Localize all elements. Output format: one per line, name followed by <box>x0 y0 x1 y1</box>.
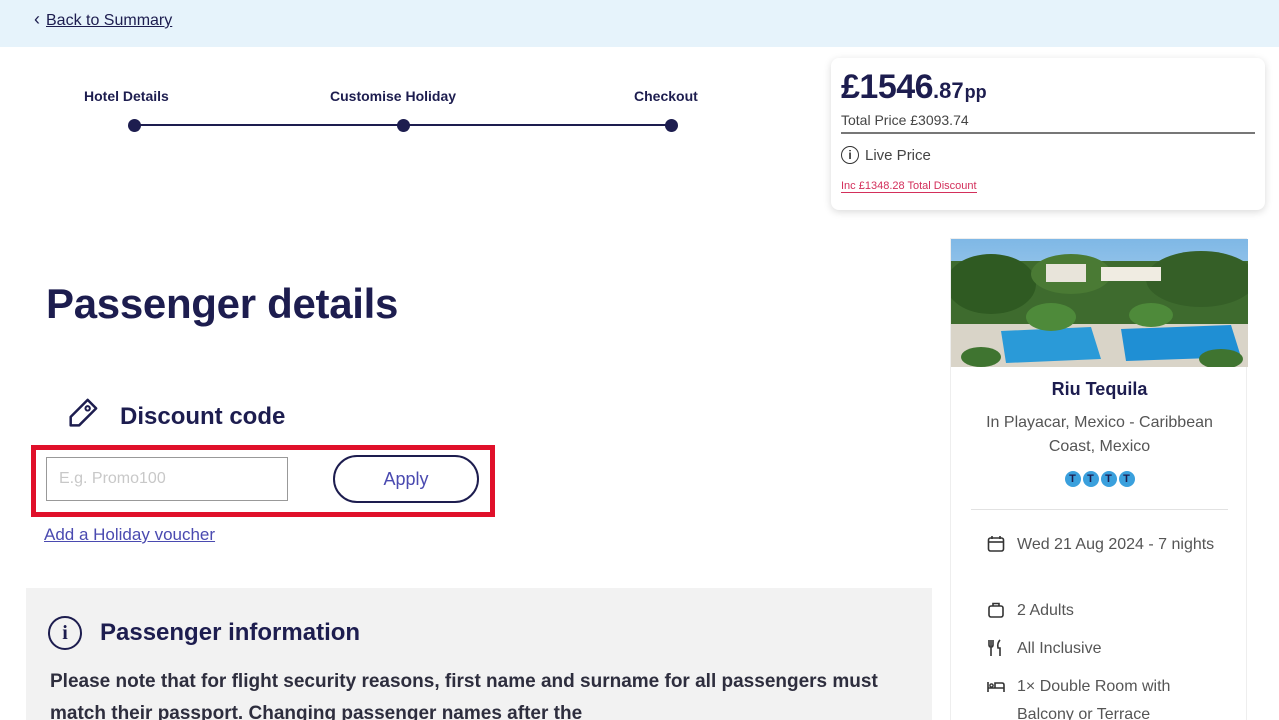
passenger-information-heading: i Passenger information <box>48 616 360 650</box>
price-whole: £1546 <box>841 68 934 106</box>
rating-icon: T <box>1082 471 1099 487</box>
detail-room-text: 1× Double Room with Balcony or Terrace <box>1017 678 1171 720</box>
luggage-icon <box>987 601 1007 629</box>
detail-guests-text: 2 Adults <box>1017 602 1074 619</box>
hotel-summary-card: Riu Tequila In Playacar, Mexico - Caribb… <box>950 238 1248 720</box>
rating-icon: T <box>1064 471 1081 487</box>
apply-button[interactable]: Apply <box>333 455 479 503</box>
back-link-label: Back to Summary <box>46 12 173 29</box>
step-checkout[interactable]: Checkout <box>634 88 698 104</box>
price-divider <box>841 132 1255 134</box>
total-price: Total Price £3093.74 <box>841 112 969 128</box>
step-hotel-details[interactable]: Hotel Details <box>84 88 169 104</box>
hotel-name: Riu Tequila <box>1051 379 1148 399</box>
hotel-location: In Playacar, Mexico - Caribbean Coast, M… <box>986 414 1213 455</box>
hotel-rating: T T T T <box>951 471 1248 487</box>
discount-code-input[interactable] <box>46 457 288 501</box>
detail-guests: 2 Adults <box>987 597 1217 629</box>
info-icon: i <box>841 146 859 164</box>
hotel-divider <box>971 509 1228 510</box>
price-summary-card: £1546 .87 pp Total Price £3093.74 i Live… <box>831 58 1265 210</box>
bed-icon <box>987 677 1007 705</box>
progress-steps: Hotel Details Customise Holiday Checkout <box>84 88 714 138</box>
chevron-left-icon: ‹ <box>34 9 40 29</box>
detail-dates-text: Wed 21 Aug 2024 - 7 nights <box>1017 536 1215 553</box>
step-dot-hotel-details <box>128 119 141 132</box>
step-customise-holiday[interactable]: Customise Holiday <box>330 88 456 104</box>
passenger-information-text: Please note that for flight security rea… <box>50 671 878 720</box>
passenger-information-panel: i Passenger information Please note that… <box>26 588 932 720</box>
price-per-label: pp <box>964 82 987 102</box>
price-per-person: £1546 .87 pp <box>841 68 987 107</box>
hotel-photo <box>951 239 1248 367</box>
info-circle-icon: i <box>48 616 82 650</box>
rating-icon: T <box>1118 471 1135 487</box>
price-decimal: .87 <box>933 78 964 103</box>
top-bar: ‹ Back to Summary <box>0 0 1279 47</box>
detail-room: 1× Double Room with Balcony or Terrace <box>987 673 1217 720</box>
cutlery-icon <box>987 639 1007 667</box>
step-dot-customise-holiday <box>397 119 410 132</box>
discount-code-heading: Discount code <box>62 394 285 439</box>
live-price[interactable]: i Live Price <box>841 146 931 164</box>
total-discount-note: Inc £1348.28 Total Discount <box>841 180 977 193</box>
detail-board-text: All Inclusive <box>1017 640 1102 657</box>
live-price-label: Live Price <box>865 146 931 164</box>
add-holiday-voucher-link[interactable]: Add a Holiday voucher <box>44 525 215 545</box>
tag-icon <box>62 394 102 439</box>
detail-dates: Wed 21 Aug 2024 - 7 nights <box>987 531 1217 563</box>
discount-code-title: Discount code <box>120 402 286 430</box>
step-dot-checkout <box>665 119 678 132</box>
detail-board: All Inclusive <box>987 635 1217 667</box>
calendar-icon <box>987 535 1007 563</box>
passenger-information-title: Passenger information <box>100 619 361 646</box>
rating-icon: T <box>1100 471 1117 487</box>
page-title: Passenger details <box>46 280 399 327</box>
back-to-summary-link[interactable]: ‹ Back to Summary <box>34 8 172 30</box>
